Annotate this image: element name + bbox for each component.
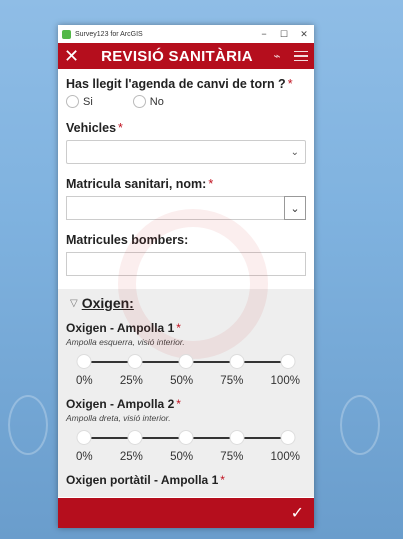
question-hint: Ampolla dreta, visió interior. [66, 413, 171, 423]
menu-icon[interactable] [290, 50, 308, 62]
question-label: Oxigen portàtil - Ampolla 1 * [66, 473, 225, 487]
question-vehicles: Vehicles * ⌄ [66, 121, 306, 164]
satellite-icon[interactable]: ⌁ [268, 49, 286, 63]
slider-ticks: 0% 25% 50% 75% 100% [76, 375, 300, 387]
chevron-down-icon: ⌄ [290, 146, 299, 158]
window-close-button[interactable]: ✕ [294, 29, 314, 40]
question-label: Has llegit l'agenda de canvi de torn ? * [66, 77, 293, 91]
radio-option-no[interactable]: No [132, 95, 164, 108]
matricula-sanitari-input[interactable] [66, 196, 284, 220]
vehicles-dropdown[interactable]: ⌄ [66, 140, 306, 164]
matricula-sanitari-combobox: ⌄ [66, 196, 306, 220]
question-agenda: Has llegit l'agenda de canvi de torn ? * … [66, 77, 306, 108]
question-matricula-sanitari: Matricula sanitari, nom: * ⌄ [66, 177, 306, 220]
group-header[interactable]: ▽ Oxigen: [66, 295, 306, 311]
window-titlebar: Survey123 for ArcGIS − ☐ ✕ [58, 25, 314, 43]
tick-label: 75% [220, 375, 244, 387]
collapse-icon[interactable]: ▽ [70, 298, 78, 309]
slider-stop[interactable] [76, 430, 92, 445]
tick-label: 50% [170, 375, 194, 387]
minimize-button[interactable]: − [254, 29, 274, 39]
question-label: Matricula sanitari, nom: * [66, 177, 214, 191]
tick-label: 0% [76, 375, 93, 387]
radio-option-si[interactable]: Si [66, 95, 93, 108]
tick-label: 50% [170, 451, 194, 463]
tick-label: 25% [119, 451, 143, 463]
question-portatil-ampolla-1: Oxigen portàtil - Ampolla 1 * [66, 473, 306, 487]
desktop-decoration [8, 395, 48, 455]
group-title: Oxigen: [81, 295, 134, 311]
survey-footer: ✓ [58, 498, 314, 528]
survey-title: REVISIÓ SANITÀRIA [101, 47, 253, 65]
maximize-button[interactable]: ☐ [274, 29, 294, 40]
slider-stop[interactable] [280, 430, 296, 445]
close-icon[interactable]: ✕ [64, 43, 86, 69]
slider-stop[interactable] [229, 430, 245, 445]
question-label: Matricules bombers: [66, 233, 189, 247]
ampolla-2-slider[interactable] [76, 429, 296, 447]
slider-stop[interactable] [178, 430, 194, 445]
slider-stop[interactable] [127, 354, 143, 369]
slider-stop[interactable] [127, 430, 143, 445]
radio-circle[interactable] [132, 95, 146, 108]
question-label: Oxigen - Ampolla 2 * [66, 397, 181, 411]
survey123-icon [62, 29, 71, 39]
question-matricules-bombers: Matricules bombers: [66, 233, 306, 276]
tick-label: 100% [270, 375, 300, 387]
question-ampolla-2: Oxigen - Ampolla 2 * Ampolla dreta, visió… [66, 397, 306, 463]
window-title: Survey123 for ArcGIS [75, 30, 143, 38]
radio-group: Si No [66, 95, 306, 108]
oxigen-group: ▽ Oxigen: Oxigen - Ampolla 1 * Ampolla es… [58, 289, 314, 497]
slider-stop[interactable] [229, 354, 245, 369]
slider-stop[interactable] [178, 354, 194, 369]
radio-circle[interactable] [66, 95, 79, 108]
desktop-decoration [340, 395, 380, 455]
survey-header: ✕ REVISIÓ SANITÀRIA ⌁ [58, 43, 314, 69]
matricules-bombers-input[interactable] [66, 252, 306, 276]
slider-ticks: 0% 25% 50% 75% 100% [76, 451, 300, 463]
question-label: Oxigen - Ampolla 1 * [66, 321, 181, 335]
app-window: Survey123 for ArcGIS − ☐ ✕ ✕ REVISIÓ SAN… [58, 25, 314, 528]
tick-label: 100% [270, 451, 300, 463]
question-ampolla-1: Oxigen - Ampolla 1 * Ampolla esquerra, vi… [66, 321, 306, 387]
question-label: Vehicles * [66, 121, 123, 135]
tick-label: 75% [220, 451, 244, 463]
submit-check-icon[interactable]: ✓ [291, 503, 304, 523]
survey-form: Has llegit l'agenda de canvi de torn ? * … [58, 69, 314, 499]
ampolla-1-slider[interactable] [76, 353, 296, 371]
tick-label: 0% [76, 451, 93, 463]
slider-stop[interactable] [76, 354, 92, 369]
question-hint: Ampolla esquerra, visió interior. [66, 337, 185, 347]
tick-label: 25% [119, 375, 143, 387]
slider-stop[interactable] [280, 354, 296, 369]
chevron-down-icon[interactable]: ⌄ [284, 196, 306, 220]
